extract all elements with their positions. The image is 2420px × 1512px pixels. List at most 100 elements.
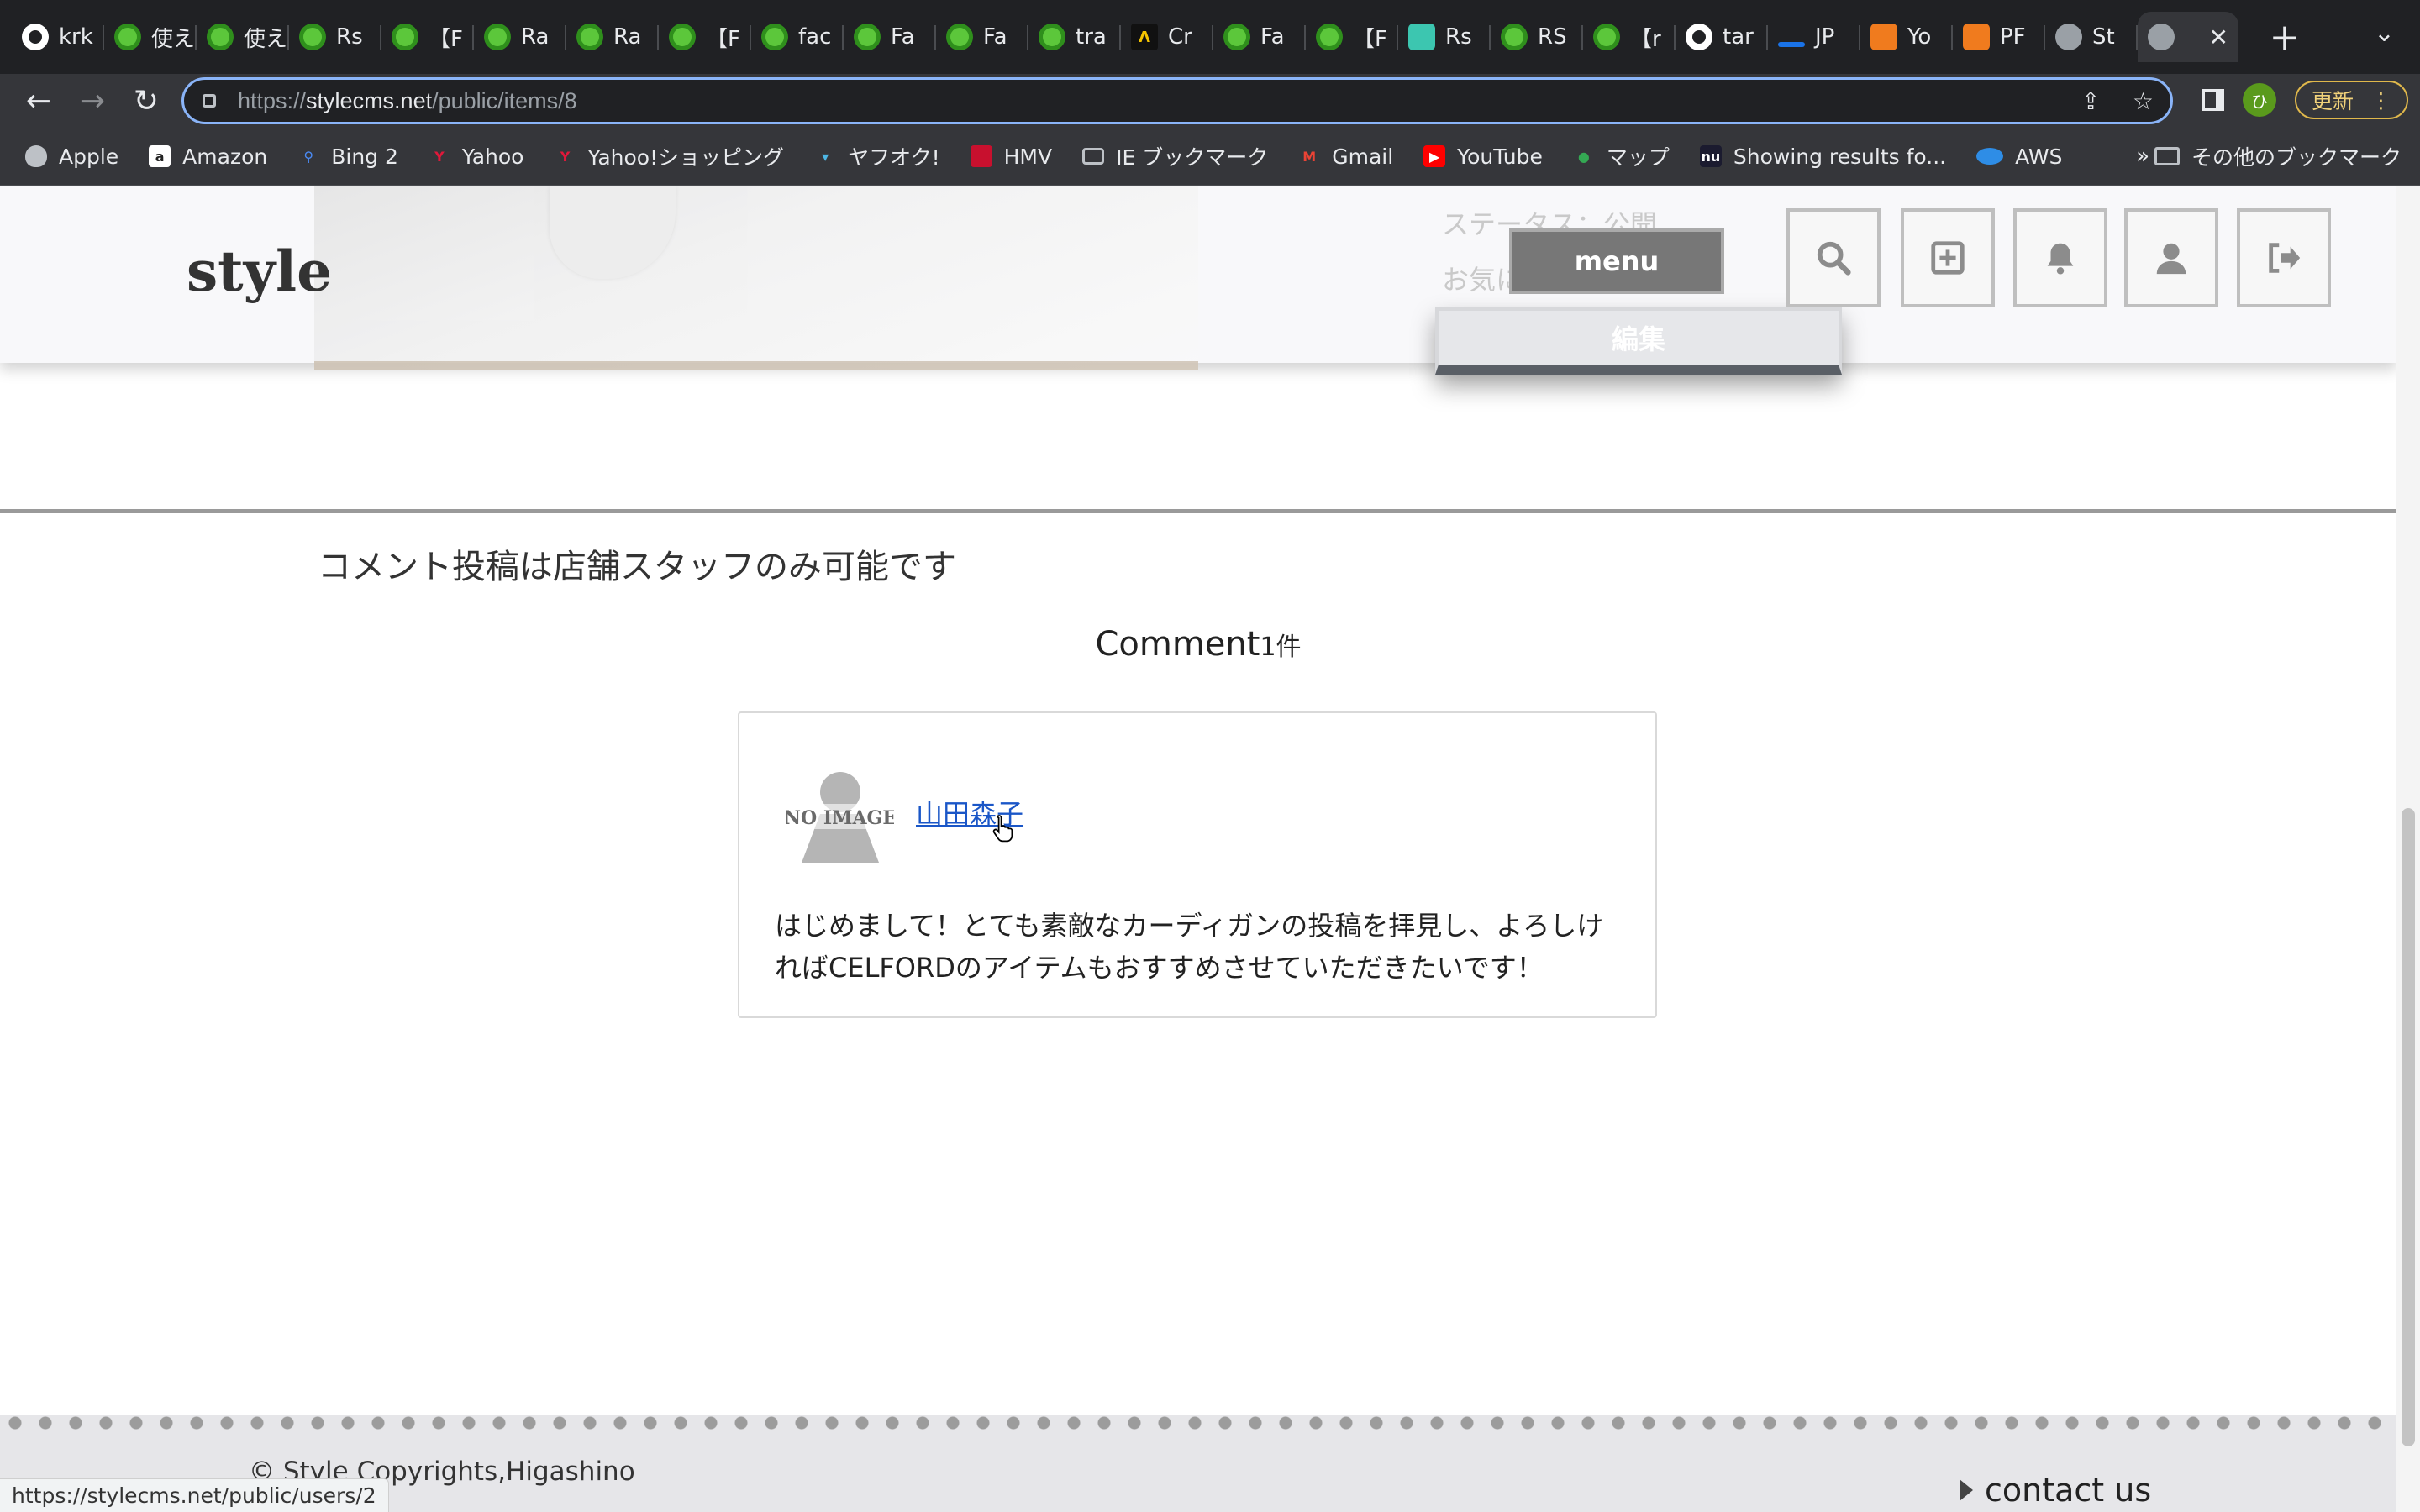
bookmarks-bar: Apple a Amazon ⚲ Bing 2 Y Yahoo Y Yahoo!ショッピング ▾ ヤ…: [0, 128, 2420, 186]
browser-tab[interactable]: Fa: [936, 12, 1028, 62]
browser-tab[interactable]: 使え: [197, 12, 289, 62]
browser-tab[interactable]: Fa: [844, 12, 936, 62]
page-scrollbar-thumb[interactable]: [2402, 808, 2415, 1446]
browser-tab[interactable]: 【F: [381, 12, 474, 62]
browser-tab[interactable]: Rs: [289, 12, 381, 62]
contact-link[interactable]: contact us: [1960, 1472, 2151, 1509]
tab-favicon-icon: [576, 24, 603, 50]
bookmark-item[interactable]: Y Yahoo!ショッピング: [554, 141, 784, 171]
bookmark-item[interactable]: M Gmail: [1298, 144, 1393, 169]
item-image: [314, 186, 1198, 370]
tab-title: 使え: [244, 26, 288, 52]
new-tab-button[interactable]: +: [2264, 16, 2306, 59]
bell-icon[interactable]: [2013, 208, 2107, 307]
address-url[interactable]: https://stylecms.net/public/items/8: [238, 88, 577, 114]
reload-icon[interactable]: ↻: [119, 74, 173, 128]
browser-tab[interactable]: RS: [1491, 12, 1583, 62]
other-bookmarks[interactable]: その他のブックマーク: [2154, 141, 2402, 171]
bookmark-label: Gmail: [1332, 144, 1394, 169]
tab-title: tar: [1723, 24, 1754, 50]
tab-title: Yo: [1907, 24, 1932, 50]
tab-favicon-icon: Λ: [1131, 24, 1158, 50]
bookmark-item[interactable]: ● マップ: [1573, 141, 1670, 171]
browser-tab[interactable]: 使え: [104, 12, 197, 62]
tab-search-icon[interactable]: ⌄: [2374, 18, 2395, 48]
bookmark-item[interactable]: ⚲ Bing 2: [297, 144, 398, 169]
avatar[interactable]: NO IMAGE: [784, 765, 897, 863]
browser-tab[interactable]: Ra: [566, 12, 659, 62]
bookmark-item[interactable]: HMV: [970, 144, 1053, 169]
page-scrollbar[interactable]: [2396, 186, 2420, 1512]
footer-dot-border: [0, 1415, 2396, 1431]
bookmark-label: HMV: [1003, 144, 1053, 169]
gmail-icon: M: [1302, 148, 1317, 165]
browser-tab[interactable]: fac: [751, 12, 844, 62]
bookmark-item[interactable]: Apple: [25, 144, 118, 169]
browser-tab[interactable]: PF: [1953, 12, 2045, 62]
browser-tab[interactable]: Yo: [1860, 12, 1953, 62]
site-logo[interactable]: style: [187, 239, 332, 304]
browser-tab[interactable]: Rs: [1398, 12, 1491, 62]
browser-tab[interactable]: Λ Cr: [1121, 12, 1213, 62]
browser-tab[interactable]: tra: [1028, 12, 1121, 62]
bookmarks-overflow-icon[interactable]: »: [2136, 144, 2149, 169]
folder-icon: [1082, 148, 1105, 165]
close-tab-icon[interactable]: ✕: [2209, 24, 2228, 51]
plus-square-icon[interactable]: [1901, 208, 1995, 307]
browser-tab-active[interactable]: ✕: [2138, 12, 2238, 62]
triangle-right-icon: [1960, 1479, 1973, 1501]
menu-button[interactable]: menu: [1509, 228, 1724, 294]
bookmark-item[interactable]: a Amazon: [149, 144, 267, 169]
edit-button[interactable]: 編集: [1435, 307, 1842, 375]
section-divider: [0, 509, 2396, 513]
browser-tab[interactable]: Fa: [1213, 12, 1306, 62]
side-panel-icon[interactable]: [2202, 89, 2224, 111]
bookmark-item[interactable]: ▾ ヤフオク!: [814, 141, 940, 171]
bookmark-item[interactable]: Y Yahoo: [429, 144, 523, 169]
user-icon[interactable]: [2124, 208, 2218, 307]
browser-tab[interactable]: Ra: [474, 12, 566, 62]
item-image-detail: [550, 186, 676, 279]
forward-icon[interactable]: →: [66, 74, 119, 128]
tab-favicon-icon: [761, 24, 788, 50]
lock-icon[interactable]: [203, 94, 216, 108]
search-icon[interactable]: [1786, 208, 1881, 307]
share-icon[interactable]: ⇪: [2081, 87, 2100, 115]
update-button[interactable]: 更新 ⋮: [2294, 81, 2408, 119]
browser-tab[interactable]: tar: [1676, 12, 1768, 62]
bookmark-item[interactable]: IE ブックマーク: [1082, 141, 1268, 171]
globe-icon: [2148, 24, 2175, 50]
bookmark-item[interactable]: ▶ YouTube: [1423, 144, 1543, 169]
tab-title: 【F: [429, 26, 463, 52]
back-icon[interactable]: ←: [12, 74, 66, 128]
tab-title: fac: [798, 24, 832, 50]
profile-avatar[interactable]: ひ: [2242, 83, 2276, 117]
browser-tab[interactable]: 【F: [1306, 12, 1398, 62]
tab-favicon-icon: [1870, 24, 1897, 50]
bookmark-item[interactable]: nu Showing results fo...: [1699, 144, 1946, 169]
bookmark-item[interactable]: AWS: [1976, 144, 2062, 169]
tab-title: Ra: [521, 24, 550, 50]
tab-title: tra: [1076, 24, 1107, 50]
tab-favicon-icon: [114, 24, 141, 50]
bookmark-star-icon[interactable]: ☆: [2133, 87, 2154, 115]
tab-favicon-icon: [1778, 42, 1805, 47]
browser-tab[interactable]: 【r: [1583, 12, 1676, 62]
tab-title: 【F: [706, 26, 740, 52]
search-icon: ⚲: [303, 148, 314, 165]
tab-title: JP: [1815, 24, 1835, 50]
bookmark-label: Amazon: [182, 144, 268, 169]
address-bar[interactable]: https://stylecms.net/public/items/8 ⇪ ☆: [182, 77, 2173, 124]
tab-title: 【r: [1630, 26, 1661, 52]
browser-tab[interactable]: krk: [12, 12, 104, 62]
folder-icon: [2154, 147, 2180, 165]
browser-tab[interactable]: St: [2045, 12, 2138, 62]
logout-icon[interactable]: [2237, 208, 2331, 307]
tab-favicon-icon: [1408, 24, 1435, 50]
tab-title: RS: [1538, 24, 1567, 50]
tab-title: Cr: [1168, 24, 1192, 50]
browser-tab[interactable]: 【F: [659, 12, 751, 62]
tab-favicon-icon: [22, 24, 49, 50]
browser-tab[interactable]: JP: [1768, 12, 1860, 62]
tab-favicon-icon: [2055, 24, 2082, 50]
